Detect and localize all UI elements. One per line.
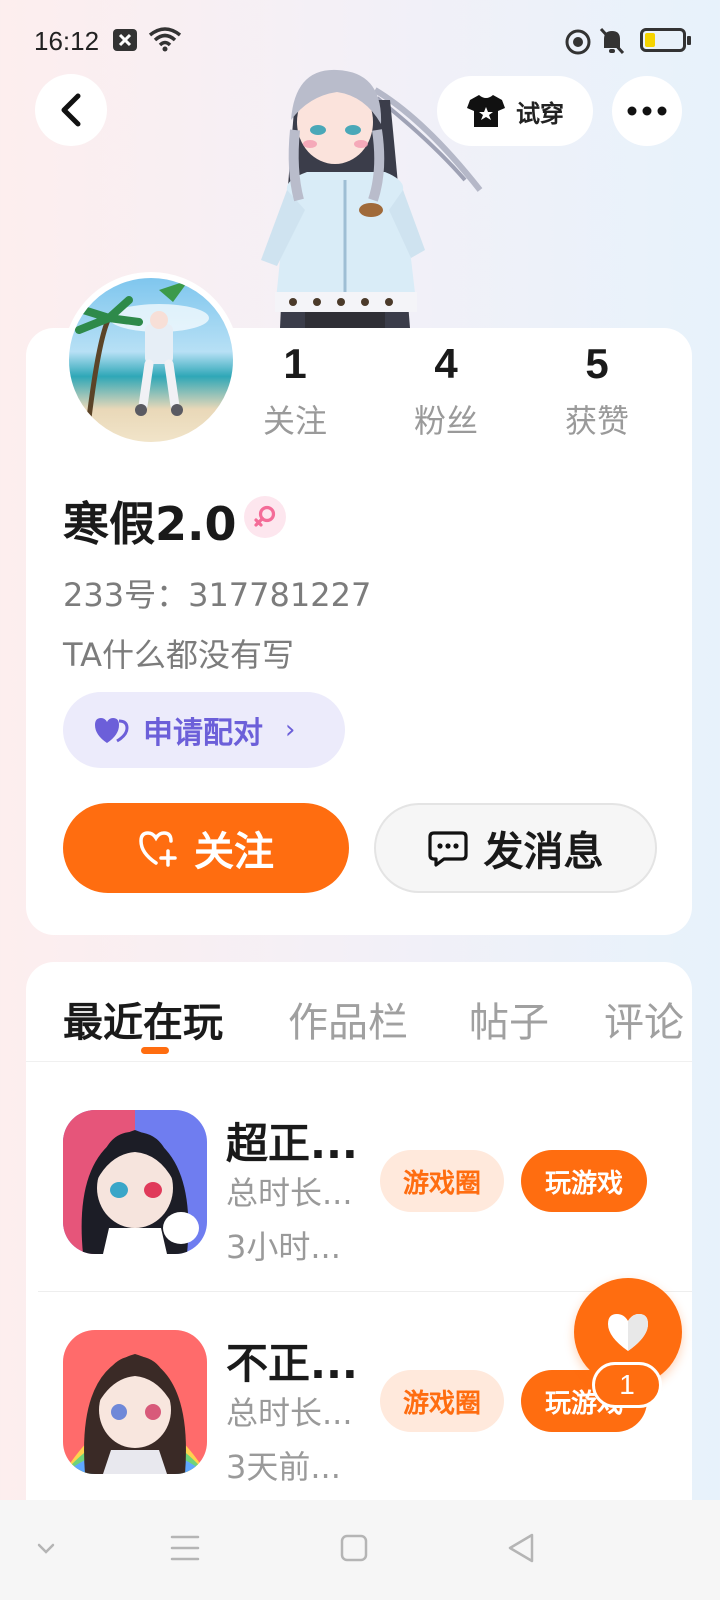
stat-likes-value: 5 (585, 340, 609, 387)
avatar-image (73, 280, 209, 419)
stat-following[interactable]: 1 关注 (235, 340, 355, 442)
game-circle-button[interactable]: 游戏圈 (380, 1150, 504, 1212)
send-message-label: 发消息 (483, 829, 604, 875)
heart-icon (608, 1314, 648, 1351)
username: 寒假2.0 (63, 497, 237, 551)
tab-recent-play[interactable]: 最近在玩 (63, 990, 223, 1048)
mute-icon (599, 27, 625, 55)
stat-fans[interactable]: 4 粉丝 (386, 340, 506, 442)
stat-likes[interactable]: 5 获赞 (537, 340, 657, 442)
back-triangle-icon[interactable] (506, 1532, 536, 1564)
menu-icon[interactable] (170, 1534, 200, 1562)
hearts-icon (95, 718, 129, 743)
user-bio: TA什么都没有写 (63, 636, 294, 674)
follow-button[interactable]: 关注 (63, 803, 349, 893)
notification-icon (113, 29, 137, 51)
game-title: 超正... (226, 1119, 358, 1168)
game-title: 不正... (226, 1339, 358, 1388)
game-playtime: 总时长... (226, 1174, 353, 1212)
more-dots-icon (627, 106, 667, 116)
follow-label: 关注 (194, 829, 274, 875)
apply-match-button[interactable]: 申请配对 › (63, 692, 345, 768)
more-button[interactable] (612, 76, 682, 146)
back-arrow-icon (61, 93, 81, 127)
tab-works[interactable]: 作品栏 (288, 990, 408, 1048)
user-id: 233号：317781227 (63, 576, 372, 614)
send-message-button[interactable]: 发消息 (374, 803, 657, 893)
status-time: 16:12 (34, 26, 100, 56)
game-playtime: 总时长... (226, 1394, 353, 1432)
list-item[interactable]: 超正... 总时长... 3小时... 游戏圈 玩游戏 (26, 1110, 692, 1300)
try-on-label: 试穿 (516, 99, 564, 128)
wifi-icon (148, 27, 182, 52)
heart-plus-icon (139, 831, 177, 867)
tab-comments[interactable]: 评论 (604, 990, 684, 1048)
battery-icon (640, 28, 691, 52)
system-nav-bar (0, 1500, 720, 1600)
profile-tabs: 最近在玩 作品栏 帖子 评论 (26, 962, 692, 1062)
home-square-icon[interactable] (340, 1534, 368, 1562)
female-gender-icon (244, 496, 286, 538)
profile-avatar[interactable] (63, 272, 239, 448)
active-tab-indicator (141, 1047, 169, 1054)
game-circle-button[interactable]: 游戏圈 (380, 1370, 504, 1432)
game-icon (63, 1330, 207, 1474)
focus-mode-icon (565, 29, 591, 55)
apply-match-label: 申请配对 (143, 716, 263, 751)
stat-following-value: 1 (283, 340, 307, 387)
stat-following-label: 关注 (262, 402, 327, 440)
game-last-played: 3天前... (226, 1448, 341, 1486)
game-icon (63, 1110, 207, 1254)
avatar-character-image (261, 69, 483, 328)
stat-likes-label: 获赞 (564, 402, 629, 440)
chevron-down-icon[interactable] (36, 1542, 56, 1556)
tab-posts[interactable]: 帖子 (469, 990, 549, 1048)
chat-bubble-icon (427, 831, 468, 867)
play-game-button[interactable]: 玩游戏 (521, 1150, 647, 1212)
stat-fans-label: 粉丝 (413, 402, 478, 440)
like-count-badge: 1 (592, 1362, 662, 1408)
stat-fans-value: 4 (434, 340, 458, 387)
back-button[interactable] (35, 74, 107, 146)
game-last-played: 3小时... (226, 1228, 341, 1266)
chevron-right-icon: › (285, 715, 296, 745)
